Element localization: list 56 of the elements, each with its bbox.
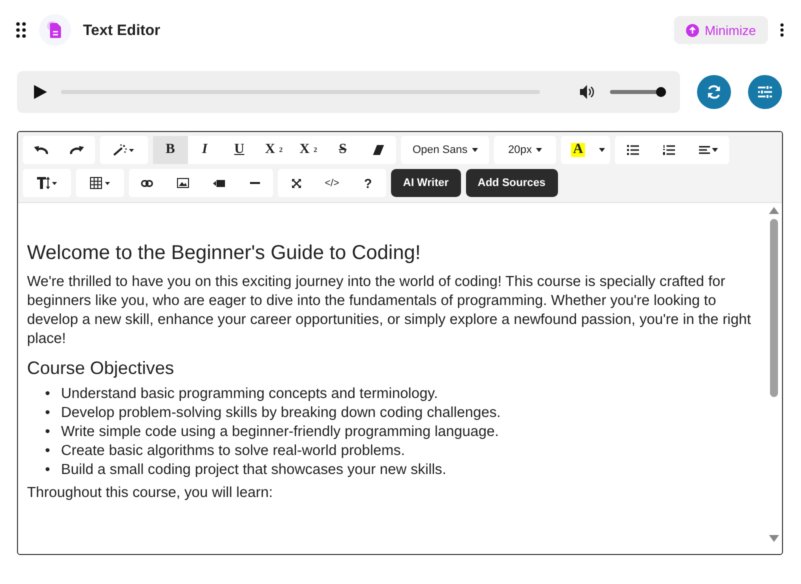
eraser-icon: [372, 145, 384, 155]
bullet: •: [45, 423, 51, 442]
align-left-icon: [698, 146, 718, 154]
play-icon[interactable]: [34, 85, 47, 99]
subheading: Course Objectives: [27, 357, 176, 379]
link-icon: [141, 180, 153, 186]
volume-slider[interactable]: [610, 87, 666, 97]
font-dropdown[interactable]: Open Sans: [401, 136, 489, 164]
bold-button[interactable]: B: [153, 136, 188, 164]
bullet: •: [45, 404, 51, 423]
volume-icon[interactable]: [580, 85, 596, 99]
sliders-icon: [757, 84, 773, 100]
scroll-up-icon[interactable]: [769, 207, 779, 214]
bullet-list-icon: [627, 145, 639, 155]
italic-button[interactable]: I: [188, 136, 222, 164]
image-icon: [177, 178, 189, 188]
paragraph: Throughout this course, you will learn:: [27, 484, 274, 503]
bullet: •: [45, 461, 51, 480]
refresh-icon: [706, 84, 722, 100]
more-icon[interactable]: [780, 23, 784, 37]
scroll-down-icon[interactable]: [769, 535, 779, 542]
caret-icon: [536, 148, 542, 152]
list-item: Write simple code using a beginner-friendly programming language.: [61, 423, 499, 442]
strikethrough-button[interactable]: S: [326, 136, 360, 164]
refresh-button[interactable]: [697, 75, 731, 109]
table-icon: [90, 177, 110, 189]
minus-icon: [250, 182, 260, 184]
drag-handle-icon[interactable]: [16, 22, 26, 38]
settings-button[interactable]: [748, 75, 782, 109]
minimize-button[interactable]: Minimize: [674, 16, 768, 44]
redo-icon: [70, 145, 84, 155]
bullet: •: [45, 442, 51, 461]
heading: Welcome to the Beginner's Guide to Coding!: [27, 241, 422, 265]
magic-wand-icon: [113, 144, 135, 156]
window-title: Text Editor: [83, 22, 160, 38]
underline-button[interactable]: U: [222, 136, 256, 164]
list-item: Build a small coding project that showcases your new skills.: [61, 461, 446, 480]
undo-icon: [34, 145, 48, 155]
caret-icon: [472, 148, 478, 152]
help-button[interactable]: ?: [350, 169, 386, 197]
expand-icon: [292, 178, 300, 188]
numbered-list-icon: [663, 145, 675, 155]
bullet: •: [45, 385, 51, 404]
video-icon: [213, 180, 225, 186]
paragraph: We're thrilled to have you on this exciting journey into the world of coding! This course is specially crafted for beginners like you, who are eager to dive into the fundamentals of programming. Whether you're looking to develop a new skill, enhance your career opportunities, or simply explore a newfound passion, you're in the right place!: [27, 273, 752, 349]
action-button[interactable]: AI Writer: [391, 169, 461, 197]
font-size-dropdown[interactable]: 20px: [494, 136, 556, 164]
list-item: Understand basic programming concepts and terminology.: [61, 385, 438, 404]
list-item: Develop problem-solving skills by breaking down coding challenges.: [61, 404, 501, 423]
list-item: Create basic algorithms to solve real-world problems.: [61, 442, 405, 461]
volume-thumb[interactable]: [656, 87, 666, 97]
text-height-icon: [37, 177, 57, 189]
action-button[interactable]: Add Sources: [466, 169, 558, 197]
code-view-button[interactable]: </>: [314, 169, 350, 197]
document-icon: [39, 14, 71, 46]
caret-icon[interactable]: [599, 148, 605, 152]
